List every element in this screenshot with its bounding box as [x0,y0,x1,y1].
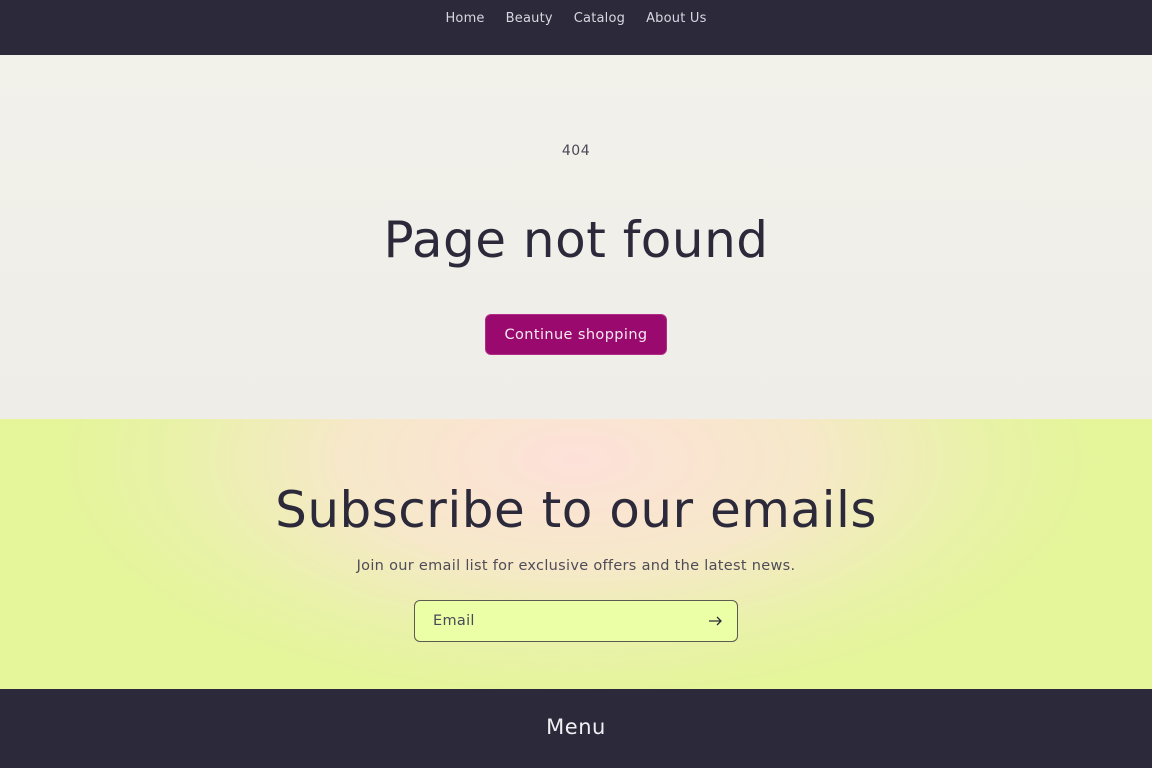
newsletter-title: Subscribe to our emails [275,481,877,539]
nav-item-beauty[interactable]: Beauty [506,11,553,26]
footer: Menu [0,689,1152,768]
arrow-right-icon [709,616,722,626]
newsletter-description: Join our email list for exclusive offers… [356,558,796,574]
nav-item-home[interactable]: Home [445,11,484,26]
error-code: 404 [561,143,591,159]
not-found-section: 404 Page not found Continue shopping [0,55,1152,419]
nav-item-about-us[interactable]: About Us [646,11,706,26]
newsletter-section: Subscribe to our emails Join our email l… [0,419,1152,689]
continue-shopping-button[interactable]: Continue shopping [485,314,667,355]
email-input[interactable] [415,601,695,641]
footer-menu-title: Menu [546,715,606,739]
email-form [414,600,738,642]
arrow-right-icon[interactable] [707,611,725,631]
nav-item-catalog[interactable]: Catalog [574,11,625,26]
page-title: Page not found [383,211,769,269]
top-navigation: Home Beauty Catalog About Us [0,0,1152,55]
